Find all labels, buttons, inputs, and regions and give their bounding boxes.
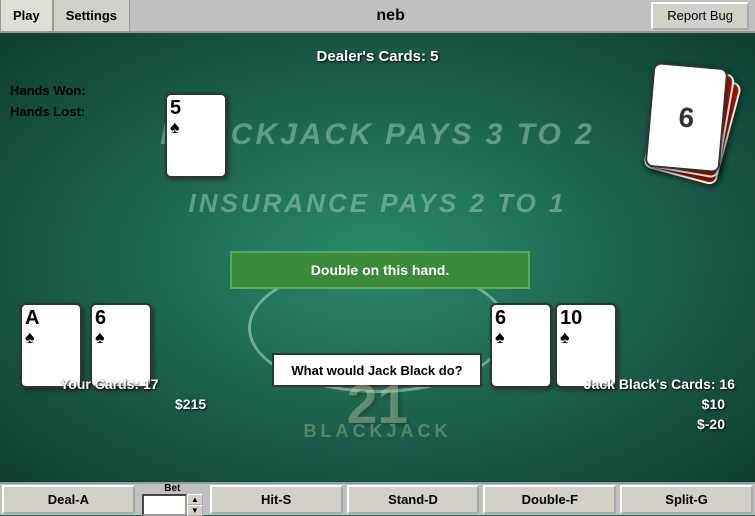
bet-arrows: ▲ ▼ <box>187 494 203 516</box>
blackjack-pays-text: BLACKJACK PAYS 3 TO 2 <box>0 118 755 152</box>
logo-blackjack: BLACKJACK <box>304 421 452 442</box>
insurance-pays-text: INSURANCE PAYS 2 TO 1 <box>0 188 755 219</box>
hands-lost-row: Hands Lost: <box>10 104 86 119</box>
jb-card-ten-suit: ♠ <box>560 328 612 346</box>
bet-decrement-button[interactable]: ▼ <box>187 505 203 516</box>
deck-card-face: 6 <box>645 62 729 173</box>
hands-won-row: Hands Won: <box>10 83 86 98</box>
hit-button[interactable]: Hit-S <box>210 485 343 514</box>
player-card-six-suit: ♠ <box>95 328 147 346</box>
deck-container: 6 <box>645 63 735 183</box>
stand-button[interactable]: Stand-D <box>347 485 480 514</box>
jb-card-six-rank: 6 <box>495 308 547 328</box>
player-card-ace-suit: ♠ <box>25 328 77 346</box>
dealer-card-suit: ♠ <box>170 118 222 136</box>
bet-label: Bet <box>164 483 180 494</box>
jb-money1-label: $10 <box>702 396 725 412</box>
settings-menu-button[interactable]: Settings <box>53 0 130 32</box>
double-button[interactable]: Double-F <box>483 485 616 514</box>
bet-increment-button[interactable]: ▲ <box>187 494 203 505</box>
bet-container: Bet ▲ ▼ <box>142 483 203 516</box>
hands-lost-label: Hands Lost: <box>10 104 85 119</box>
logo-watermark: 21 BLACKJACK <box>304 372 452 442</box>
game-area: Hands Won: Hands Lost: Dealer's Cards: 5… <box>0 33 755 482</box>
bet-input[interactable] <box>142 494 187 516</box>
player-money-label: $215 <box>175 396 206 412</box>
hands-won-label: Hands Won: <box>10 83 86 98</box>
split-button[interactable]: Split-G <box>620 485 753 514</box>
double-popup: Double on this hand. <box>230 251 530 289</box>
user-label: neb <box>130 7 651 25</box>
jb-card-six-suit: ♠ <box>495 328 547 346</box>
report-bug-button[interactable]: Report Bug <box>651 2 749 30</box>
jb-card-ten-rank: 10 <box>560 308 612 328</box>
player-card-six-rank: 6 <box>95 308 147 328</box>
dealer-info: Dealer's Cards: 5 <box>317 48 439 65</box>
play-menu-button[interactable]: Play <box>0 0 53 32</box>
bet-spinner: ▲ ▼ <box>142 494 203 516</box>
dealer-card: 5 ♠ <box>165 93 227 178</box>
deal-button[interactable]: Deal-A <box>2 485 135 514</box>
bottom-bar: Deal-A Bet ▲ ▼ Hit-S Stand-D Double-F Sp… <box>0 482 755 515</box>
player-card-ace-rank: A <box>25 308 77 328</box>
top-bar: Play Settings neb Report Bug <box>0 0 755 33</box>
dealer-card-rank: 5 <box>170 98 222 118</box>
player-cards-label: Your Cards: 17 <box>60 376 159 392</box>
double-popup-text: Double on this hand. <box>311 262 449 278</box>
jb-money2-label: $-20 <box>697 416 725 432</box>
jb-card-six: 6 ♠ <box>490 303 552 388</box>
jb-cards-label: Jack Black's Cards: 16 <box>584 376 735 392</box>
